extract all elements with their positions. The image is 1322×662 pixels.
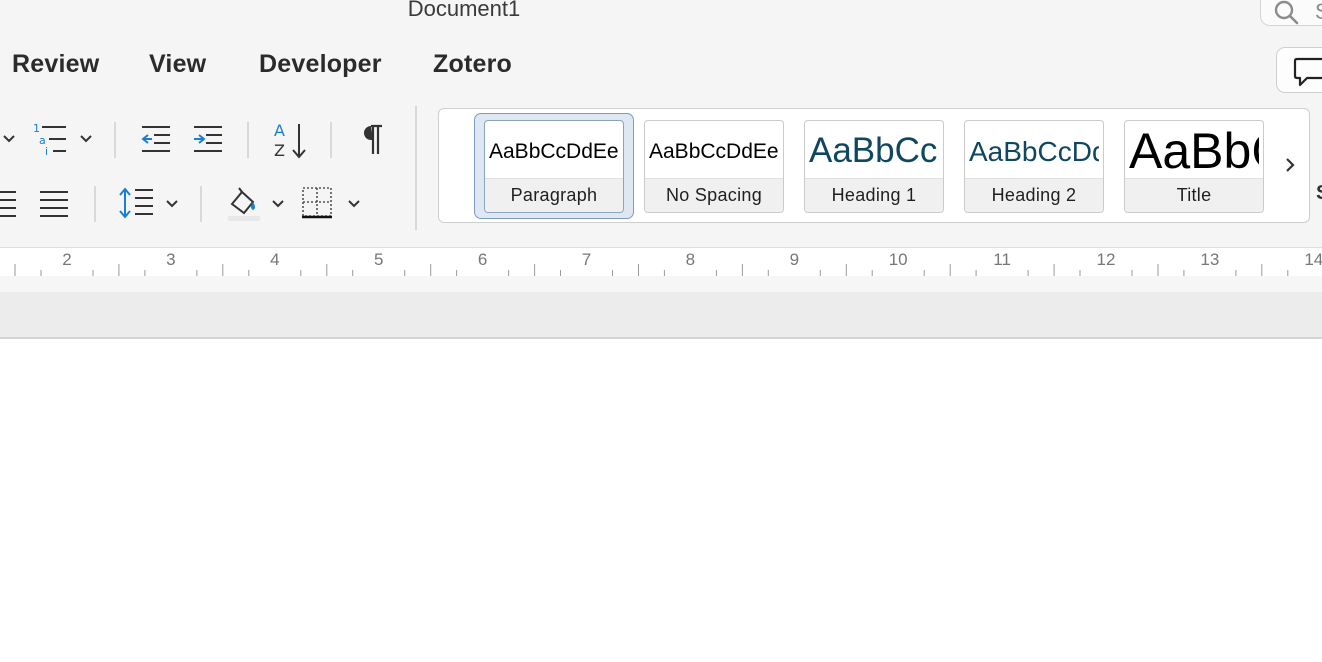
- toolbar-divider: [200, 186, 202, 222]
- style-label: Title: [1125, 178, 1263, 212]
- toolbar-divider: [114, 122, 116, 158]
- ruler-number: 10: [888, 250, 908, 269]
- style-preview: AaBbCcDdE: [969, 136, 1099, 167]
- ruler-number: 12: [1096, 250, 1116, 269]
- increase-indent-icon[interactable]: [192, 124, 224, 154]
- comments-button[interactable]: [1276, 47, 1322, 93]
- toolbar-divider: [330, 122, 332, 158]
- chevron-down-icon[interactable]: [347, 197, 361, 211]
- svg-text:i: i: [45, 145, 48, 157]
- toolbar-divider: [415, 106, 417, 230]
- line-spacing-icon[interactable]: [118, 186, 156, 220]
- ruler-number: 11: [993, 250, 1011, 269]
- document-page[interactable]: [0, 341, 1322, 662]
- style-label: Heading 1: [805, 178, 943, 212]
- tab-review[interactable]: Review: [12, 50, 99, 79]
- search-text-fragment: S: [1315, 0, 1322, 25]
- chevron-down-icon[interactable]: [2, 132, 16, 146]
- style-heading-2[interactable]: AaBbCcDdE Heading 2: [964, 120, 1104, 213]
- justify-icon[interactable]: [38, 190, 70, 218]
- style-preview: AaBbCc: [1129, 123, 1259, 179]
- style-paragraph[interactable]: AaBbCcDdEe Paragraph: [484, 120, 624, 213]
- style-label: No Spacing: [645, 178, 783, 212]
- chevron-down-icon[interactable]: [271, 197, 285, 211]
- style-preview: AaBbCcDdEe: [649, 140, 779, 163]
- style-heading-1[interactable]: AaBbCcDc Heading 1: [804, 120, 944, 213]
- borders-icon[interactable]: [301, 186, 335, 220]
- ruler-number: 7: [581, 250, 592, 269]
- toolbar-divider: [247, 122, 249, 158]
- style-no-spacing[interactable]: AaBbCcDdEe No Spacing: [644, 120, 784, 213]
- chevron-right-icon[interactable]: [1280, 150, 1300, 180]
- numbered-list-icon[interactable]: 1 a i: [32, 121, 72, 157]
- horizontal-ruler[interactable]: 2 3 4 5 6 7 8 9 10 11 12 13 14: [0, 247, 1322, 293]
- tab-developer[interactable]: Developer: [259, 50, 382, 79]
- ruler-number: 14: [1304, 250, 1322, 269]
- decrease-indent-icon[interactable]: [140, 124, 172, 154]
- ribbon-area: Document1 S Review View Developer Zotero…: [0, 0, 1322, 247]
- tab-zotero[interactable]: Zotero: [433, 50, 512, 79]
- tab-view[interactable]: View: [149, 50, 206, 79]
- style-label: Paragraph: [485, 178, 623, 212]
- ruler-number: 4: [270, 250, 280, 269]
- style-preview: AaBbCcDdEe: [489, 140, 619, 163]
- justify-partial-icon[interactable]: [0, 190, 18, 218]
- ruler-number: 9: [789, 250, 800, 269]
- ruler-number: 8: [685, 250, 696, 269]
- pilcrow-icon[interactable]: [360, 124, 384, 156]
- search-box[interactable]: S: [1260, 0, 1322, 26]
- comment-icon: [1293, 57, 1322, 87]
- style-preview: AaBbCcDc: [809, 131, 939, 170]
- document-canvas-band: [0, 292, 1322, 339]
- ruler-number: 5: [373, 250, 384, 269]
- ruler-number: 3: [166, 250, 176, 269]
- word-app-window: Document1 S Review View Developer Zotero…: [0, 0, 1322, 662]
- document-title: Document1: [407, 0, 521, 21]
- toolbar-divider: [94, 186, 96, 222]
- ruler-number: 6: [477, 250, 488, 269]
- ruler-number: 13: [1200, 250, 1220, 269]
- sort-icon[interactable]: A Z: [272, 120, 310, 160]
- svg-text:A: A: [274, 121, 285, 140]
- chevron-down-icon[interactable]: [165, 197, 179, 211]
- ruler-margin-strip: [0, 276, 1322, 293]
- ruler-number: 2: [62, 250, 72, 269]
- chevron-down-icon[interactable]: [79, 132, 93, 146]
- svg-text:Z: Z: [274, 141, 285, 160]
- style-label: Heading 2: [965, 178, 1103, 212]
- search-icon: [1274, 0, 1299, 25]
- styles-pane-edge-text: S: [1316, 182, 1322, 205]
- shading-icon[interactable]: [226, 186, 262, 222]
- style-title[interactable]: AaBbCc Title: [1124, 120, 1264, 213]
